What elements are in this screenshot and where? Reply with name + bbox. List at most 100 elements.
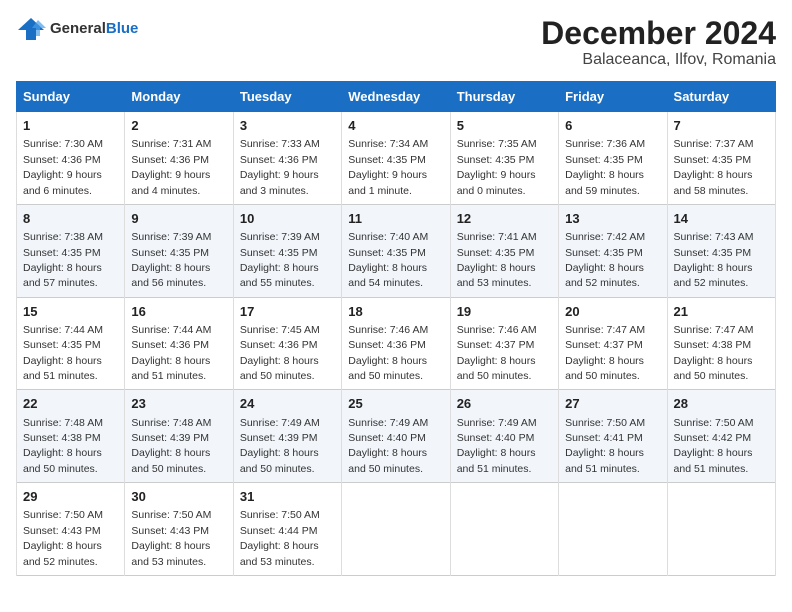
- day-number: 26: [457, 395, 552, 413]
- day-number: 22: [23, 395, 118, 413]
- empty-cell: [559, 483, 667, 576]
- day-cell-12: 12 Sunrise: 7:41 AMSunset: 4:35 PMDayligh…: [450, 204, 558, 297]
- day-number: 28: [674, 395, 769, 413]
- day-number: 18: [348, 303, 443, 321]
- col-header-monday: Monday: [125, 82, 233, 112]
- day-number: 12: [457, 210, 552, 228]
- day-cell-6: 6 Sunrise: 7:36 AMSunset: 4:35 PMDaylight…: [559, 112, 667, 205]
- day-number: 27: [565, 395, 660, 413]
- day-number: 30: [131, 488, 226, 506]
- logo-icon: [16, 16, 46, 42]
- day-cell-27: 27 Sunrise: 7:50 AMSunset: 4:41 PMDayligh…: [559, 390, 667, 483]
- col-header-tuesday: Tuesday: [233, 82, 341, 112]
- day-cell-2: 2Sunrise: 7:31 AMSunset: 4:36 PMDaylight…: [125, 112, 233, 205]
- day-info: Sunrise: 7:48 AMSunset: 4:38 PMDaylight:…: [23, 417, 103, 475]
- day-number: 5: [457, 117, 552, 135]
- col-header-sunday: Sunday: [17, 82, 125, 112]
- day-number: 21: [674, 303, 769, 321]
- week-row-1: 1Sunrise: 7:30 AMSunset: 4:36 PMDaylight…: [17, 112, 776, 205]
- empty-cell: [342, 483, 450, 576]
- day-info: Sunrise: 7:49 AMSunset: 4:40 PMDaylight:…: [348, 417, 428, 475]
- day-cell-29: 29 Sunrise: 7:50 AMSunset: 4:43 PMDayligh…: [17, 483, 125, 576]
- day-info: Sunrise: 7:44 AMSunset: 4:35 PMDaylight:…: [23, 324, 103, 382]
- logo: GeneralBlue: [16, 16, 138, 42]
- day-number: 20: [565, 303, 660, 321]
- day-number: 9: [131, 210, 226, 228]
- day-info: Sunrise: 7:36 AMSunset: 4:35 PMDaylight:…: [565, 138, 645, 196]
- week-row-2: 8 Sunrise: 7:38 AMSunset: 4:35 PMDaylight…: [17, 204, 776, 297]
- day-number: 19: [457, 303, 552, 321]
- day-cell-22: 22 Sunrise: 7:48 AMSunset: 4:38 PMDayligh…: [17, 390, 125, 483]
- day-info: Sunrise: 7:30 AMSunset: 4:36 PMDaylight:…: [23, 138, 103, 196]
- day-info: Sunrise: 7:38 AMSunset: 4:35 PMDaylight:…: [23, 231, 103, 289]
- day-cell-26: 26 Sunrise: 7:49 AMSunset: 4:40 PMDayligh…: [450, 390, 558, 483]
- day-info: Sunrise: 7:47 AMSunset: 4:37 PMDaylight:…: [565, 324, 645, 382]
- day-number: 24: [240, 395, 335, 413]
- col-header-thursday: Thursday: [450, 82, 558, 112]
- day-info: Sunrise: 7:45 AMSunset: 4:36 PMDaylight:…: [240, 324, 320, 382]
- day-cell-13: 13 Sunrise: 7:42 AMSunset: 4:35 PMDayligh…: [559, 204, 667, 297]
- day-cell-4: 4 Sunrise: 7:34 AMSunset: 4:35 PMDaylight…: [342, 112, 450, 205]
- day-cell-23: 23 Sunrise: 7:48 AMSunset: 4:39 PMDayligh…: [125, 390, 233, 483]
- day-cell-10: 10 Sunrise: 7:39 AMSunset: 4:35 PMDayligh…: [233, 204, 341, 297]
- day-cell-7: 7Sunrise: 7:37 AMSunset: 4:35 PMDaylight…: [667, 112, 775, 205]
- day-info: Sunrise: 7:42 AMSunset: 4:35 PMDaylight:…: [565, 231, 645, 289]
- day-number: 25: [348, 395, 443, 413]
- day-number: 4: [348, 117, 443, 135]
- day-number: 23: [131, 395, 226, 413]
- day-cell-15: 15Sunrise: 7:44 AMSunset: 4:35 PMDayligh…: [17, 297, 125, 390]
- day-cell-8: 8 Sunrise: 7:38 AMSunset: 4:35 PMDaylight…: [17, 204, 125, 297]
- day-cell-3: 3Sunrise: 7:33 AMSunset: 4:36 PMDaylight…: [233, 112, 341, 205]
- day-number: 11: [348, 210, 443, 228]
- day-info: Sunrise: 7:35 AMSunset: 4:35 PMDaylight:…: [457, 138, 537, 196]
- day-cell-16: 16 Sunrise: 7:44 AMSunset: 4:36 PMDayligh…: [125, 297, 233, 390]
- logo-text: GeneralBlue: [50, 20, 138, 38]
- day-info: Sunrise: 7:47 AMSunset: 4:38 PMDaylight:…: [674, 324, 754, 382]
- day-info: Sunrise: 7:33 AMSunset: 4:36 PMDaylight:…: [240, 138, 320, 196]
- week-row-3: 15Sunrise: 7:44 AMSunset: 4:35 PMDayligh…: [17, 297, 776, 390]
- day-cell-25: 25 Sunrise: 7:49 AMSunset: 4:40 PMDayligh…: [342, 390, 450, 483]
- day-info: Sunrise: 7:46 AMSunset: 4:37 PMDaylight:…: [457, 324, 537, 382]
- day-info: Sunrise: 7:34 AMSunset: 4:35 PMDaylight:…: [348, 138, 428, 196]
- day-cell-28: 28 Sunrise: 7:50 AMSunset: 4:42 PMDayligh…: [667, 390, 775, 483]
- day-cell-31: 31Sunrise: 7:50 AMSunset: 4:44 PMDayligh…: [233, 483, 341, 576]
- day-info: Sunrise: 7:40 AMSunset: 4:35 PMDaylight:…: [348, 231, 428, 289]
- day-info: Sunrise: 7:39 AMSunset: 4:35 PMDaylight:…: [131, 231, 211, 289]
- week-row-4: 22 Sunrise: 7:48 AMSunset: 4:38 PMDayligh…: [17, 390, 776, 483]
- day-number: 13: [565, 210, 660, 228]
- col-header-saturday: Saturday: [667, 82, 775, 112]
- calendar-table: SundayMondayTuesdayWednesdayThursdayFrid…: [16, 81, 776, 576]
- day-number: 6: [565, 117, 660, 135]
- header: GeneralBlue December 2024 Balaceanca, Il…: [16, 16, 776, 69]
- header-row: SundayMondayTuesdayWednesdayThursdayFrid…: [17, 82, 776, 112]
- day-number: 8: [23, 210, 118, 228]
- col-header-friday: Friday: [559, 82, 667, 112]
- day-cell-17: 17Sunrise: 7:45 AMSunset: 4:36 PMDayligh…: [233, 297, 341, 390]
- day-cell-19: 19 Sunrise: 7:46 AMSunset: 4:37 PMDayligh…: [450, 297, 558, 390]
- day-info: Sunrise: 7:50 AMSunset: 4:41 PMDaylight:…: [565, 417, 645, 475]
- day-number: 29: [23, 488, 118, 506]
- day-number: 10: [240, 210, 335, 228]
- day-cell-5: 5 Sunrise: 7:35 AMSunset: 4:35 PMDaylight…: [450, 112, 558, 205]
- day-cell-20: 20 Sunrise: 7:47 AMSunset: 4:37 PMDayligh…: [559, 297, 667, 390]
- day-info: Sunrise: 7:41 AMSunset: 4:35 PMDaylight:…: [457, 231, 537, 289]
- day-info: Sunrise: 7:44 AMSunset: 4:36 PMDaylight:…: [131, 324, 211, 382]
- day-cell-14: 14 Sunrise: 7:43 AMSunset: 4:35 PMDayligh…: [667, 204, 775, 297]
- day-info: Sunrise: 7:49 AMSunset: 4:40 PMDaylight:…: [457, 417, 537, 475]
- day-cell-1: 1Sunrise: 7:30 AMSunset: 4:36 PMDaylight…: [17, 112, 125, 205]
- day-info: Sunrise: 7:50 AMSunset: 4:44 PMDaylight:…: [240, 509, 320, 567]
- week-row-5: 29 Sunrise: 7:50 AMSunset: 4:43 PMDayligh…: [17, 483, 776, 576]
- day-info: Sunrise: 7:48 AMSunset: 4:39 PMDaylight:…: [131, 417, 211, 475]
- day-cell-21: 21 Sunrise: 7:47 AMSunset: 4:38 PMDayligh…: [667, 297, 775, 390]
- day-number: 14: [674, 210, 769, 228]
- day-info: Sunrise: 7:49 AMSunset: 4:39 PMDaylight:…: [240, 417, 320, 475]
- day-info: Sunrise: 7:39 AMSunset: 4:35 PMDaylight:…: [240, 231, 320, 289]
- day-info: Sunrise: 7:50 AMSunset: 4:42 PMDaylight:…: [674, 417, 754, 475]
- day-number: 7: [674, 117, 769, 135]
- page-subtitle: Balaceanca, Ilfov, Romania: [541, 51, 776, 69]
- day-info: Sunrise: 7:43 AMSunset: 4:35 PMDaylight:…: [674, 231, 754, 289]
- day-cell-9: 9 Sunrise: 7:39 AMSunset: 4:35 PMDaylight…: [125, 204, 233, 297]
- day-info: Sunrise: 7:50 AMSunset: 4:43 PMDaylight:…: [23, 509, 103, 567]
- day-number: 16: [131, 303, 226, 321]
- day-info: Sunrise: 7:46 AMSunset: 4:36 PMDaylight:…: [348, 324, 428, 382]
